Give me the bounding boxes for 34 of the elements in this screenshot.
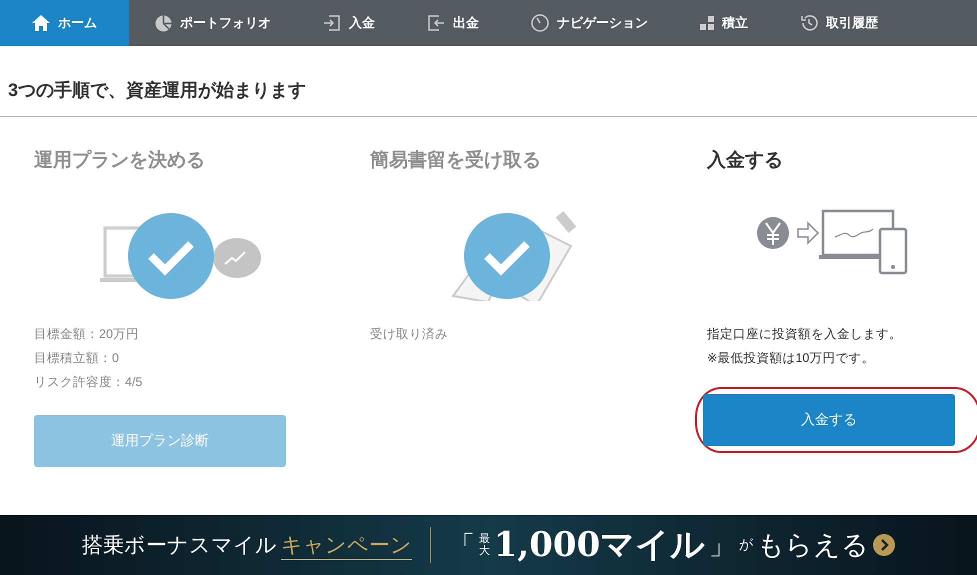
- step-detail: 目標金額：20万円: [34, 326, 140, 343]
- step-detail: 受け取り済み: [370, 326, 449, 343]
- nav-tab[interactable]: ナビゲーション: [505, 0, 674, 46]
- step-title: 簡易書留を受け取る: [370, 148, 542, 173]
- banner-text: もらえる: [757, 529, 870, 563]
- nav-tab[interactable]: 入金: [297, 0, 401, 46]
- banner-text: 」: [709, 530, 736, 562]
- home-icon: [32, 15, 50, 31]
- banner-text: が: [739, 536, 754, 554]
- gauge-icon: [531, 14, 549, 32]
- banner-text: 1,000マイル: [494, 524, 706, 567]
- history-icon: [800, 14, 818, 32]
- chevron-icon: [873, 534, 896, 556]
- deposit-button[interactable]: 入金する: [703, 394, 955, 446]
- banner-text: 搭乗ボーナスマイル: [82, 532, 277, 559]
- step-detail: リスク許容度：4/5: [34, 374, 144, 391]
- banner-text: キャンペーン: [280, 530, 412, 560]
- sign-out-icon: [427, 15, 445, 31]
- blocks-icon: [700, 16, 714, 30]
- step-detail: 指定口座に投資額を入金します。: [707, 326, 903, 343]
- step-detail: ※最低投資額は10万円です。: [707, 350, 876, 367]
- pie-chart-icon: [155, 14, 172, 32]
- banner-text: 「: [448, 530, 475, 562]
- step-title: 入金する: [707, 148, 784, 173]
- banner-text: 最大: [478, 532, 490, 558]
- sign-in-icon: [323, 15, 341, 31]
- step-title: 運用プランを決める: [34, 148, 206, 173]
- nav-tab[interactable]: ポートフォリオ: [129, 0, 297, 46]
- nav-tab[interactable]: 出金: [401, 0, 505, 46]
- nav-tab[interactable]: 取引履歴: [774, 0, 904, 46]
- nav-tab[interactable]: 積立: [674, 0, 774, 46]
- step-detail: 目標積立額：0: [34, 350, 120, 367]
- nav-tab[interactable]: ホーム: [0, 0, 129, 46]
- section-heading: 3つの手順で、資産運用が始まります: [0, 46, 977, 117]
